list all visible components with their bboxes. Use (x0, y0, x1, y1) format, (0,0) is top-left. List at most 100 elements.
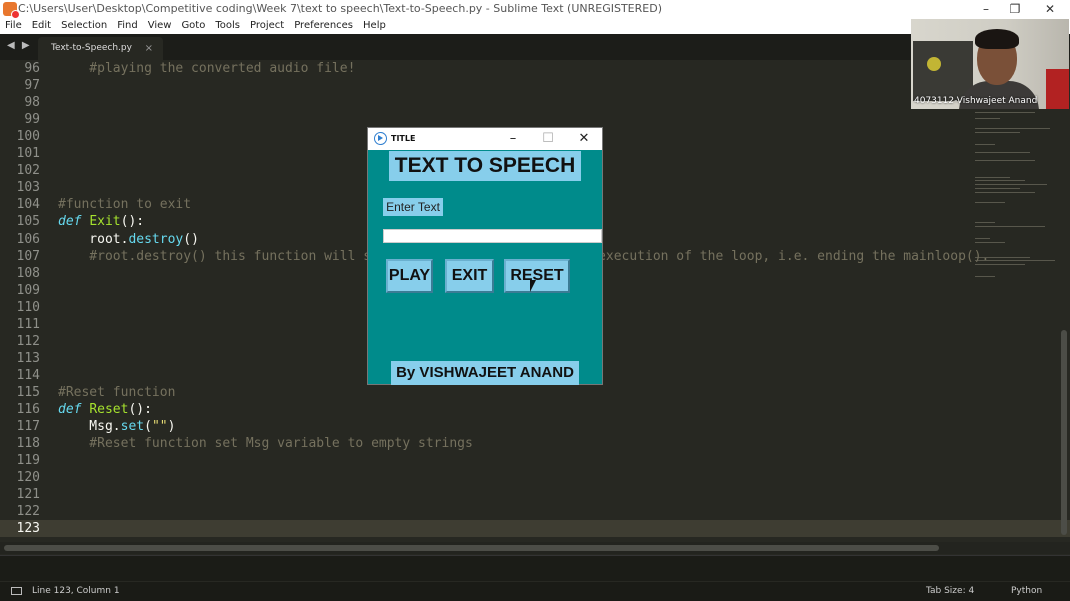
code-line[interactable]: #playing the converted audio file! (58, 60, 355, 77)
menu-edit[interactable]: Edit (27, 18, 56, 33)
code-token: (): (128, 402, 152, 417)
cursor-position: Line 123, Column 1 (32, 586, 120, 596)
line-number: 107 (16, 248, 40, 264)
enter-text-label: Enter Text (383, 198, 443, 216)
menu-view[interactable]: View (143, 18, 177, 33)
line-number: 115 (16, 384, 40, 400)
code-token: #playing the converted audio file! (58, 61, 356, 76)
panel-toggle-icon[interactable] (11, 587, 22, 595)
menu-find[interactable]: Find (112, 18, 143, 33)
line-number: 111 (16, 316, 40, 332)
tk-maximize-button[interactable]: ☐ (531, 128, 565, 150)
line-number: 96 (24, 61, 40, 76)
menu-project[interactable]: Project (245, 18, 289, 33)
code-token: Exit (89, 214, 121, 230)
code-token: destroy (128, 231, 184, 247)
tk-minimize-button[interactable]: – (496, 128, 530, 150)
code-token: set (120, 419, 145, 435)
tab-size-indicator[interactable]: Tab Size: 4 (926, 582, 974, 601)
line-number: 113 (16, 350, 40, 366)
line-number: 122 (16, 504, 40, 520)
code-line[interactable]: #Reset function (58, 384, 175, 401)
line-number: 114 (16, 367, 40, 383)
menu-goto[interactable]: Goto (176, 18, 210, 33)
webcam-name-label: 4073112-Vishwajeet Anand (914, 96, 1038, 106)
tk-close-button[interactable]: ✕ (567, 128, 601, 150)
line-number: 101 (16, 146, 40, 162)
code-token: #Reset function (58, 384, 176, 400)
sublime-app-icon (3, 2, 20, 19)
horizontal-scrollbar[interactable] (4, 545, 939, 551)
line-number: 104 (16, 197, 40, 213)
line-number: 97 (24, 78, 40, 94)
tab-close-icon[interactable]: × (145, 37, 153, 60)
reset-button[interactable]: RESET (504, 259, 570, 293)
code-line[interactable]: #Reset function set Msg variable to empt… (58, 435, 473, 452)
code-line[interactable]: #function to exit (58, 196, 191, 213)
line-number: 98 (24, 95, 40, 111)
line-number: 99 (24, 112, 40, 128)
menu-tools[interactable]: Tools (210, 18, 245, 33)
code-token: root. (58, 231, 129, 247)
line-number: 121 (16, 487, 40, 503)
line-number: 117 (16, 419, 40, 435)
webcam-person-hair (975, 29, 1019, 49)
code-token: #function to exit (58, 197, 192, 213)
close-button[interactable]: ✕ (1032, 0, 1068, 18)
code-token: ( (144, 419, 152, 435)
code-token: #Reset function set Msg variable to empt… (58, 436, 473, 452)
line-number: 110 (16, 299, 40, 315)
line-number: 123 (16, 521, 40, 537)
tk-window-title: TITLE (391, 134, 416, 143)
line-number: 118 (16, 436, 40, 452)
current-line-highlight (0, 520, 1070, 538)
code-line[interactable]: def Exit(): (58, 213, 144, 230)
line-number: 103 (16, 180, 40, 196)
text-entry-field[interactable] (383, 229, 602, 243)
tk-app-window: TITLE – ☐ ✕ TEXT TO SPEECH Enter Text PL… (367, 127, 603, 385)
menu-preferences[interactable]: Preferences (289, 18, 358, 33)
menu-bar: File Edit Selection Find View Goto Tools Projec… (0, 18, 1070, 34)
code-line[interactable]: root.destroy() (58, 231, 199, 248)
line-number: 120 (16, 470, 40, 486)
tab-nav-arrows-icon[interactable]: ◀ ▶ (7, 40, 32, 51)
line-number: 106 (16, 231, 40, 247)
line-number: 109 (16, 282, 40, 298)
play-circle-icon (374, 132, 387, 145)
code-line[interactable]: Msg.set("") (58, 418, 175, 435)
tab-strip: ◀ ▶ Text-to-Speech.py × (0, 34, 1070, 60)
line-number: 116 (16, 402, 40, 417)
tab-label: Text-to-Speech.py (51, 43, 132, 53)
author-footer: By VISHWAJEET ANAND (391, 361, 579, 385)
code-line[interactable]: def Reset(): (58, 401, 152, 418)
code-token: "" (151, 419, 168, 435)
line-number: 102 (16, 163, 40, 179)
tk-titlebar: TITLE – ☐ ✕ (368, 128, 602, 150)
code-token: def (58, 402, 82, 417)
menu-file[interactable]: File (0, 18, 27, 33)
webcam-overlay: 4073112-Vishwajeet Anand (911, 19, 1069, 109)
syntax-indicator[interactable]: Python (1011, 582, 1042, 601)
window-titlebar: C:\Users\User\Desktop\Competitive coding… (0, 0, 1070, 19)
code-token: def (58, 214, 82, 230)
window-title: C:\Users\User\Desktop\Competitive coding… (18, 2, 662, 15)
line-number: 112 (16, 333, 40, 349)
status-bar: Line 123, Column 1 Tab Size: 4 Python (0, 582, 1070, 601)
code-token: Msg. (58, 419, 121, 435)
bottom-panel (0, 555, 1070, 581)
menu-selection[interactable]: Selection (56, 18, 112, 33)
vertical-scrollbar[interactable] (1061, 330, 1067, 535)
exit-button[interactable]: EXIT (445, 259, 494, 293)
code-token: () (183, 231, 199, 247)
code-token: ) (167, 419, 176, 435)
tk-heading: TEXT TO SPEECH (389, 151, 581, 181)
webcam-object (927, 57, 941, 71)
line-number: 108 (16, 265, 40, 281)
tab-text-to-speech[interactable]: Text-to-Speech.py × (38, 37, 163, 60)
mouse-pointer-icon (530, 280, 536, 292)
play-button[interactable]: PLAY (386, 259, 433, 293)
menu-help[interactable]: Help (358, 18, 391, 33)
line-number: 100 (16, 129, 40, 145)
webcam-red-cloth (1046, 69, 1069, 109)
maximize-button[interactable]: ❐ (997, 0, 1033, 18)
